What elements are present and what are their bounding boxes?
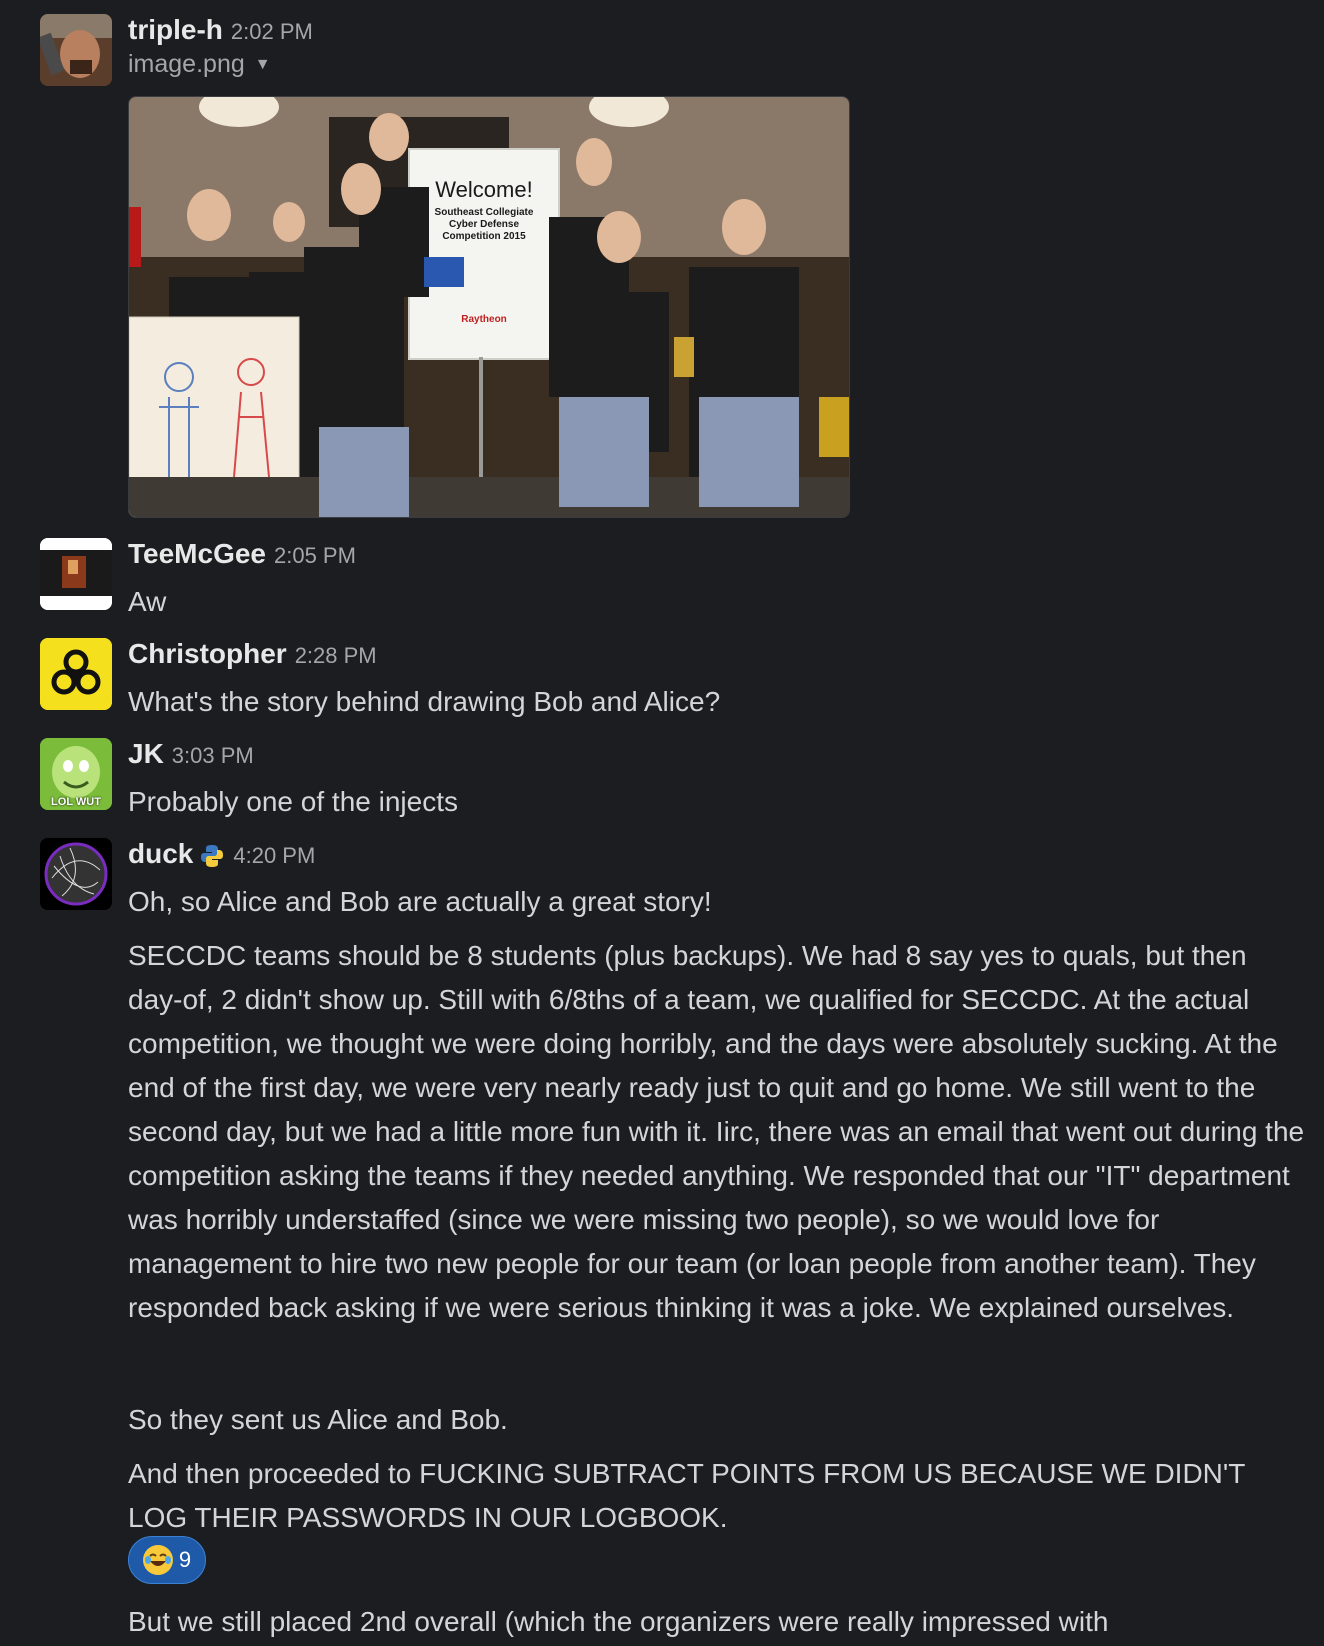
- message-text: Probably one of the injects: [128, 786, 458, 817]
- timestamp[interactable]: 2:28 PM: [295, 643, 377, 668]
- message-header: JK 3:03 PM: [128, 738, 254, 770]
- message-header: TeeMcGee 2:05 PM: [128, 538, 356, 570]
- avatar-triple-h[interactable]: [40, 14, 112, 86]
- avatar-image: [40, 838, 112, 910]
- joy-emoji-icon: [142, 1545, 173, 1575]
- avatar-image: [40, 538, 112, 610]
- message-header: triple-h 2:02 PM: [128, 14, 313, 46]
- reaction-count: 9: [178, 1547, 192, 1572]
- message-paragraph: But we still placed 2nd overall (which t…: [128, 1606, 1109, 1637]
- avatar-image: [40, 14, 112, 86]
- timestamp[interactable]: 3:03 PM: [172, 743, 254, 768]
- message-paragraph: And then proceeded to FUCKING SUBTRACT P…: [128, 1458, 1245, 1533]
- author-name[interactable]: Christopher: [128, 638, 287, 669]
- author-name[interactable]: duck: [128, 838, 193, 869]
- author-name[interactable]: JK: [128, 738, 164, 769]
- message-paragraph: Oh, so Alice and Bob are actually a grea…: [128, 886, 712, 917]
- message-paragraph: So they sent us Alice and Bob.: [128, 1404, 508, 1435]
- photo-image: Welcome! Southeast Collegiate Cyber Defe…: [129, 97, 849, 517]
- timestamp[interactable]: 4:20 PM: [233, 843, 315, 868]
- attachment-filename[interactable]: image.png ▼: [128, 50, 271, 79]
- poster-sponsor: Raytheon: [461, 314, 507, 325]
- reaction-joy[interactable]: 9: [128, 1536, 206, 1584]
- chevron-down-icon[interactable]: ▼: [255, 56, 271, 74]
- poster-subtitle-3: Competition 2015: [442, 231, 526, 242]
- poster-title: Welcome!: [435, 177, 532, 202]
- python-icon[interactable]: [199, 843, 225, 874]
- attachment-image[interactable]: Welcome! Southeast Collegiate Cyber Defe…: [128, 96, 850, 518]
- filename-label: image.png: [128, 50, 245, 78]
- avatar-duck[interactable]: [40, 838, 112, 910]
- message-text: Aw: [128, 586, 167, 617]
- biohazard-icon: [40, 638, 112, 710]
- message-header: Christopher 2:28 PM: [128, 638, 377, 670]
- avatar-christopher[interactable]: [40, 638, 112, 710]
- message-paragraph: SECCDC teams should be 8 students (plus …: [128, 940, 1305, 1323]
- poster-subtitle-2: Cyber Defense: [449, 219, 519, 230]
- poster-subtitle-1: Southeast Collegiate: [435, 207, 534, 218]
- author-name[interactable]: TeeMcGee: [128, 538, 266, 569]
- avatar-teemcgee[interactable]: [40, 538, 112, 610]
- message-text: What's the story behind drawing Bob and …: [128, 686, 721, 717]
- author-name[interactable]: triple-h: [128, 14, 223, 45]
- avatar-caption: LOL WUT: [51, 796, 101, 808]
- timestamp[interactable]: 2:02 PM: [231, 19, 313, 44]
- avatar-jk[interactable]: LOL WUT: [40, 738, 112, 810]
- message-header: duck 4:20 PM: [128, 838, 315, 874]
- timestamp[interactable]: 2:05 PM: [274, 543, 356, 568]
